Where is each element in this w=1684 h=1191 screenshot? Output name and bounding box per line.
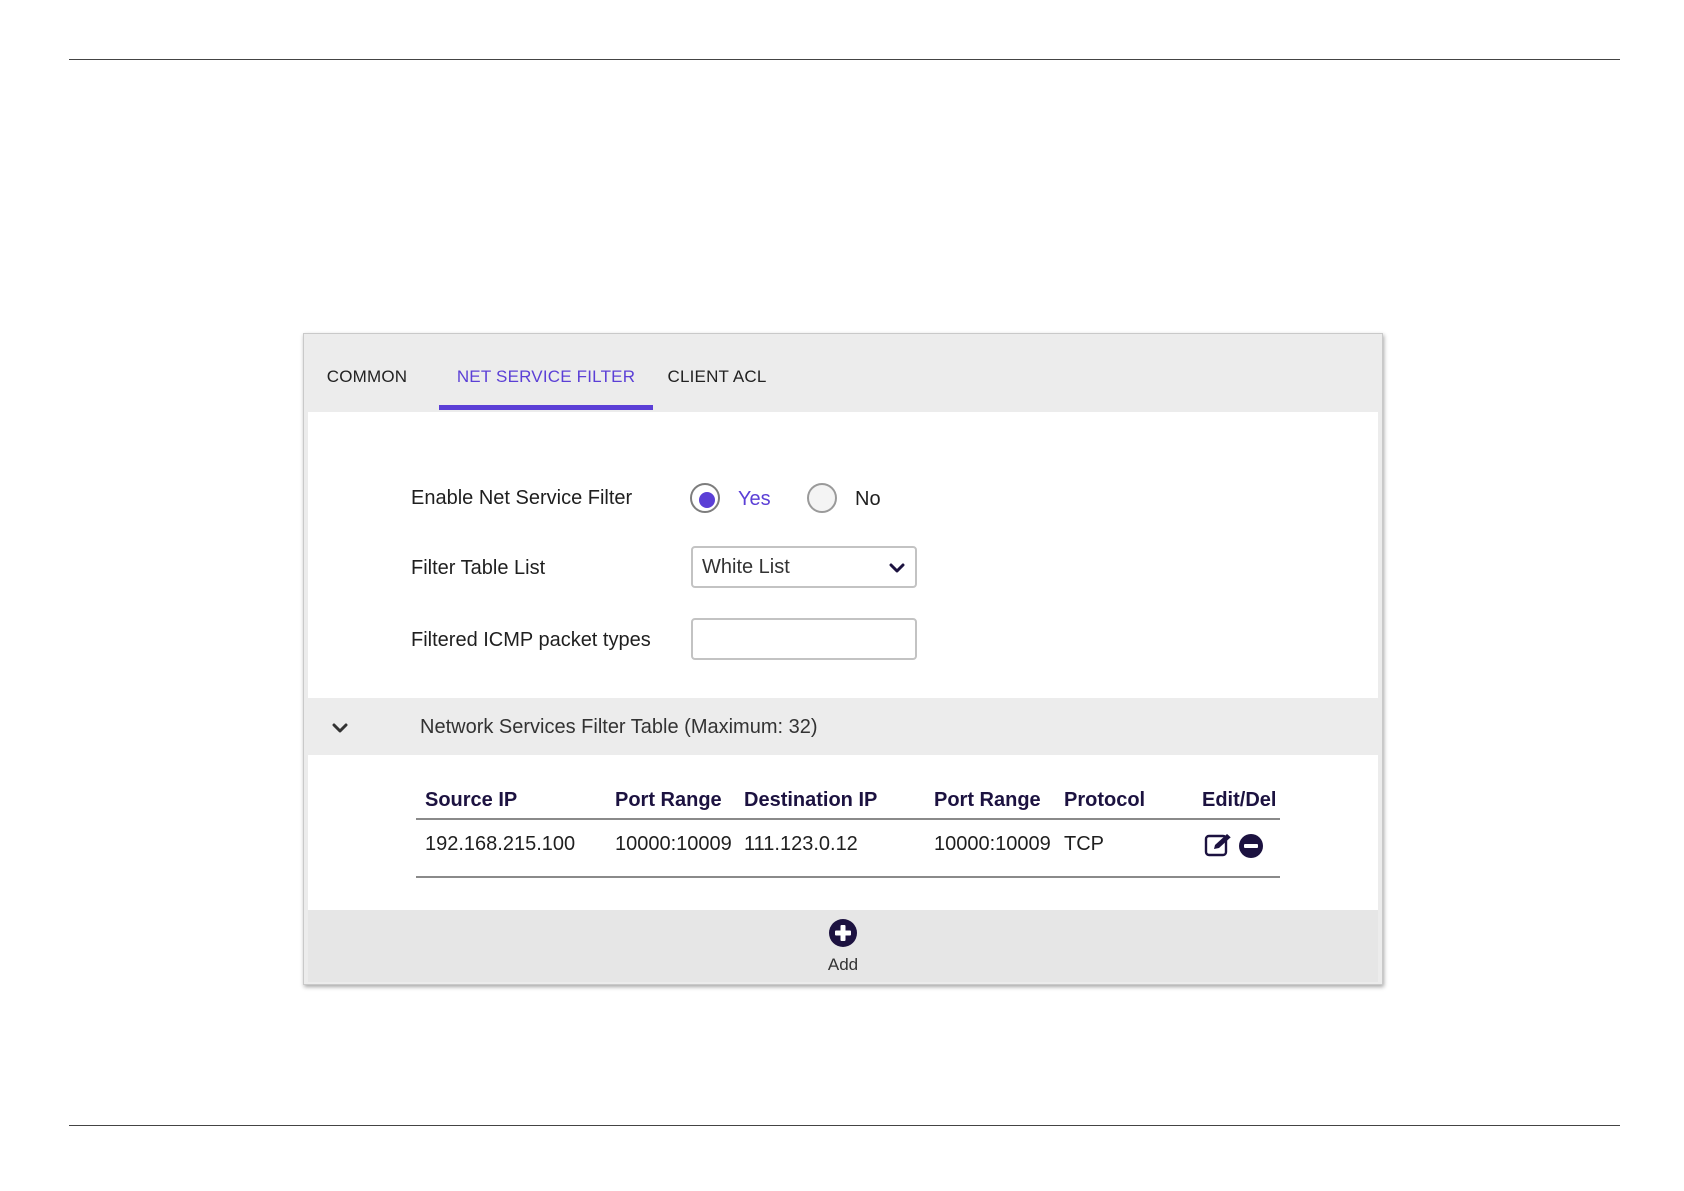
tab-client-acl[interactable]: CLIENT ACL (662, 334, 772, 410)
enable-no-label[interactable]: No (855, 488, 881, 511)
settings-panel: COMMON NET SERVICE FILTER CLIENT ACL Ena… (303, 333, 1383, 985)
enable-yes-radio[interactable] (690, 483, 720, 513)
filter-table-list-label: Filter Table List (411, 557, 546, 579)
add-label[interactable]: Add (818, 955, 868, 975)
enable-yes-label[interactable]: Yes (738, 488, 771, 511)
plus-circle-icon[interactable] (828, 918, 858, 948)
filter-settings-form: Enable Net Service Filter Yes No Filter … (308, 412, 1378, 698)
column-header-protocol: Protocol (1064, 789, 1146, 811)
filter-table-list-select[interactable]: White List (691, 546, 917, 588)
section-title: Network Services Filter Table (Maximum: … (420, 716, 818, 738)
tab-common[interactable]: COMMON (304, 334, 430, 410)
cell-source-ip: 192.168.215.100 (425, 833, 576, 855)
enable-no-radio[interactable] (807, 483, 837, 513)
add-bar: Add (308, 910, 1378, 982)
cell-protocol: TCP (1064, 833, 1104, 855)
column-header-destination-port-range: Port Range (934, 789, 1041, 811)
chevron-down-icon (889, 563, 905, 573)
page-bottom-rule (69, 1125, 1620, 1126)
column-header-edit-del: Edit/Del (1202, 789, 1277, 811)
cell-source-port-range: 10000:10009 (615, 833, 732, 855)
tab-net-service-filter[interactable]: NET SERVICE FILTER (439, 334, 653, 410)
delete-icon[interactable] (1238, 833, 1264, 859)
column-header-destination-ip: Destination IP (744, 789, 878, 811)
enable-net-service-filter-label: Enable Net Service Filter (411, 487, 633, 509)
filtered-icmp-label: Filtered ICMP packet types (411, 629, 651, 651)
filtered-icmp-input[interactable] (691, 618, 917, 660)
add-button[interactable]: Add (818, 918, 868, 978)
page-top-rule (69, 59, 1620, 60)
filter-table-list-value: White List (702, 556, 790, 578)
column-header-source-port-range: Port Range (615, 789, 722, 811)
table-header-divider (416, 818, 1280, 820)
tab-bar: COMMON NET SERVICE FILTER CLIENT ACL (304, 334, 1382, 410)
table-bottom-divider (416, 876, 1280, 878)
cell-destination-ip: 111.123.0.12 (744, 833, 858, 855)
cell-destination-port-range: 10000:10009 (934, 833, 1051, 855)
column-header-source-ip: Source IP (425, 789, 518, 811)
filter-table-section-header[interactable]: Network Services Filter Table (Maximum: … (308, 700, 1378, 754)
edit-icon[interactable] (1204, 832, 1234, 858)
chevron-down-icon[interactable] (332, 722, 348, 734)
